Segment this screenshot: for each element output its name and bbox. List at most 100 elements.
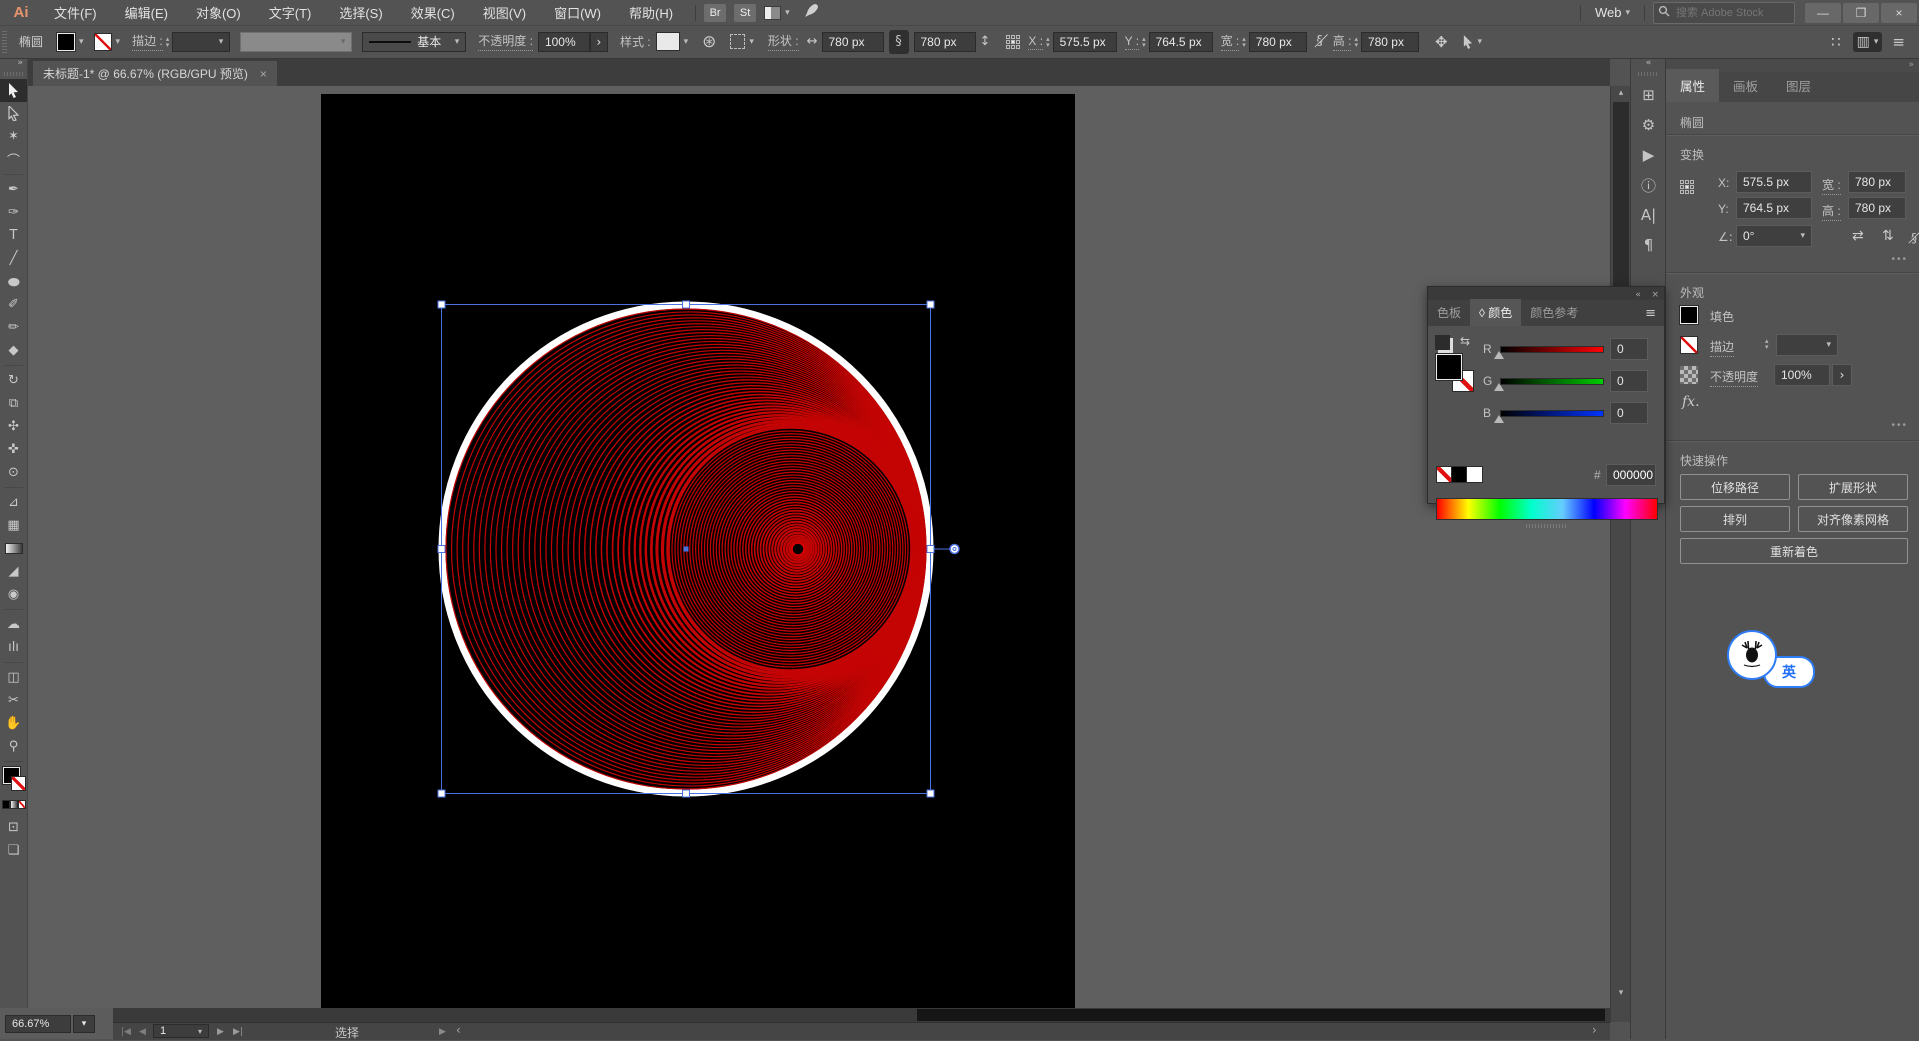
tab-图层[interactable]: 图层	[1772, 69, 1825, 102]
flip-horizontal-button[interactable]: ⇄	[1852, 228, 1864, 244]
quick-action-对齐像素网格[interactable]: 对齐像素网格	[1798, 506, 1908, 532]
fx-button[interactable]: fx.	[1682, 394, 1700, 410]
magic-wand-tool[interactable]: ✶	[0, 125, 27, 148]
color-panel-menu-icon[interactable]: ≡	[1645, 306, 1656, 321]
scroll-right-icon[interactable]: ›	[1592, 1023, 1597, 1037]
color-mode-t2[interactable]	[10, 800, 18, 809]
appearance-fill-swatch[interactable]	[1680, 306, 1698, 324]
shape-width-field[interactable]: 780 px	[822, 32, 884, 52]
vertical-scrollbar[interactable]: ▴ ▾	[1610, 86, 1631, 1022]
slider-track-R[interactable]	[1500, 346, 1604, 353]
rocket-icon[interactable]	[804, 3, 819, 23]
transform-w-label[interactable]: 宽 :	[1822, 176, 1841, 195]
drawing-mode-button[interactable]: ⊡	[0, 816, 27, 839]
workspace-switcher[interactable]: Web ▾	[1595, 5, 1630, 20]
transform-reference-grid[interactable]	[1680, 180, 1694, 194]
hand-tool[interactable]: ✋	[0, 712, 27, 735]
hex-field[interactable]: 000000	[1606, 464, 1656, 486]
style-swatch[interactable]	[656, 32, 680, 51]
stock-search-box[interactable]	[1653, 2, 1795, 24]
strip-collapse-button[interactable]: «	[1631, 58, 1666, 71]
appearance-stroke-field[interactable]: ▾	[1776, 334, 1838, 356]
stroke-weight-stepper[interactable]: ▴▾	[166, 36, 170, 48]
appearance-opacity-field[interactable]: 100%	[1774, 364, 1830, 386]
slider-thumb-G[interactable]	[1494, 383, 1504, 391]
slider-thumb-R[interactable]	[1494, 351, 1504, 359]
toolbar-expand-button[interactable]: »	[0, 58, 27, 71]
gradient-tool[interactable]	[0, 537, 27, 560]
transform-more-options[interactable]: •••	[1891, 254, 1908, 265]
transform-link-button[interactable]: §	[1908, 228, 1919, 248]
strip-grip[interactable]	[1638, 72, 1659, 76]
first-artboard-button[interactable]: |◀	[121, 1027, 131, 1037]
horizontal-scrollbar[interactable]	[113, 1008, 1610, 1022]
toolbar-grip[interactable]	[4, 72, 23, 76]
zoom-tool[interactable]: ⚲	[0, 735, 27, 758]
stroke-weight-label[interactable]: 描边 :	[132, 32, 163, 51]
document-grid-icon[interactable]: ∷	[1831, 33, 1841, 51]
symbol-sprayer-tool[interactable]: ☁	[0, 613, 27, 636]
bridge-button[interactable]: Br	[704, 4, 726, 22]
menu-窗口[interactable]: 窗口(W)	[554, 3, 601, 22]
minimize-button[interactable]: —	[1805, 3, 1841, 23]
scroll-down-icon[interactable]: ▾	[1611, 988, 1631, 998]
menu-视图[interactable]: 视图(V)	[483, 3, 526, 22]
control-bar-grip[interactable]	[2, 31, 7, 53]
shaper-tool[interactable]: ✏	[0, 316, 27, 339]
fill-stroke-swatches[interactable]	[0, 765, 27, 793]
ime-toolbar[interactable]: 英	[1727, 630, 1819, 690]
line-segment-tool[interactable]: ╱	[0, 247, 27, 270]
select-similar-button[interactable]: ▾	[1462, 35, 1483, 49]
lasso-tool[interactable]: ⌒	[0, 148, 27, 171]
menu-帮助[interactable]: 帮助(H)	[629, 3, 673, 22]
direct-selection-tool[interactable]	[0, 102, 27, 125]
quick-action-扩展形状[interactable]: 扩展形状	[1798, 474, 1908, 500]
appearance-opacity-more-button[interactable]: ›	[1832, 364, 1852, 386]
slider-thumb-B[interactable]	[1494, 415, 1504, 423]
color-mode-t1[interactable]	[2, 800, 10, 809]
document-tab[interactable]: 未标题-1* @ 66.67% (RGB/GPU 预览) ×	[33, 61, 277, 86]
slider-track-G[interactable]	[1500, 378, 1604, 385]
last-artboard-button[interactable]: ▶|	[233, 1027, 243, 1037]
close-window-button[interactable]: ×	[1881, 3, 1917, 23]
transform-h-label[interactable]: 高 :	[1822, 202, 1841, 221]
quick-action-重新着色[interactable]: 重新着色	[1680, 538, 1908, 564]
canvas-area[interactable]	[27, 86, 1610, 1022]
zoom-level-field[interactable]: 66.67%	[5, 1015, 71, 1033]
color-fill-swatch[interactable]	[1436, 354, 1462, 380]
stroke-color-control[interactable]: ▾	[94, 33, 121, 51]
menu-文件[interactable]: 文件(F)	[54, 3, 97, 22]
stroke-weight-field[interactable]: ▾	[172, 32, 230, 52]
perspective-grid-tool[interactable]: ⊿	[0, 491, 27, 514]
artboard-tool[interactable]: ◫	[0, 666, 27, 689]
menu-文字[interactable]: 文字(T)	[269, 3, 312, 22]
tab-画板[interactable]: 画板	[1719, 69, 1772, 102]
control-menu-icon[interactable]: ≡	[1892, 33, 1905, 51]
stock-button[interactable]: St	[734, 4, 756, 22]
recolor-artwork-button[interactable]: ⊛	[702, 32, 716, 52]
color-spectrum-bar[interactable]	[1436, 498, 1658, 520]
opacity-more-button[interactable]: ›	[590, 32, 608, 52]
height-label[interactable]: 高 :	[1333, 32, 1352, 51]
transform-w-field[interactable]: 780 px	[1848, 171, 1906, 193]
play-panel-icon[interactable]: ▶	[1631, 140, 1666, 170]
appearance-more-options[interactable]: •••	[1891, 420, 1908, 431]
rotate-angle-dropdown[interactable]: 0° ▾	[1736, 225, 1812, 247]
appearance-stroke-label[interactable]: 描边	[1710, 338, 1734, 357]
opacity-field[interactable]: 100%	[538, 32, 590, 52]
slider-value-B[interactable]: 0	[1610, 402, 1648, 424]
color-tab-颜色参考[interactable]: 颜色参考	[1521, 299, 1587, 326]
width-tool[interactable]: ✣	[0, 415, 27, 438]
info-panel-icon[interactable]: ⓘ	[1631, 170, 1666, 200]
rotate-tool[interactable]: ↻	[0, 369, 27, 392]
style-dropdown[interactable]: ▾	[656, 32, 689, 51]
menu-对象[interactable]: 对象(O)	[196, 3, 241, 22]
appearance-stroke-swatch[interactable]	[1680, 336, 1698, 354]
fill-stroke-widget[interactable]	[2, 767, 26, 791]
shape-link-button[interactable]: §	[889, 30, 909, 54]
actions-panel-icon[interactable]: ⚙	[1631, 110, 1666, 140]
quick-action-位移路径[interactable]: 位移路径	[1680, 474, 1790, 500]
height-stepper[interactable]: ▴▾	[1354, 36, 1358, 48]
scale-tool[interactable]: ⧉	[0, 392, 27, 415]
color-mode-t3[interactable]	[18, 800, 26, 809]
